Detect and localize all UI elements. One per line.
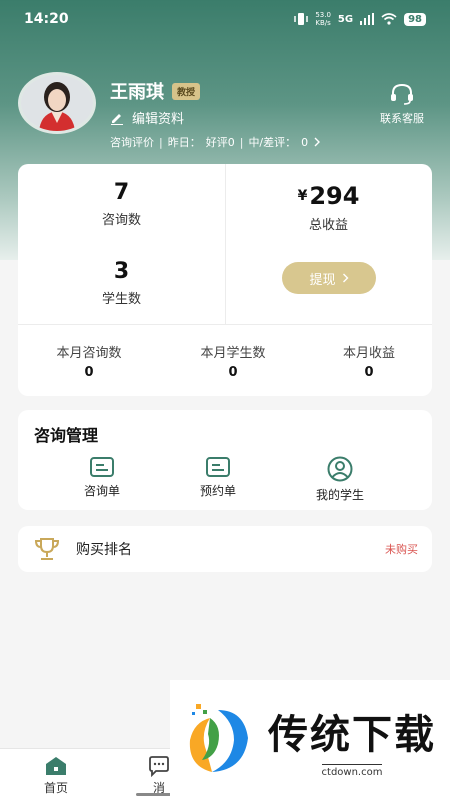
battery-level: 98: [404, 12, 426, 26]
month-consult: 本月咨询数 0: [20, 342, 158, 380]
wifi-icon: [381, 13, 397, 25]
teacher-name: 王雨琪: [110, 82, 164, 103]
consult-stat[interactable]: 7 咨询数: [18, 180, 225, 228]
appointment-order-button[interactable]: 预约单: [168, 456, 268, 499]
edit-profile-label: 编辑资料: [132, 112, 185, 127]
purchase-ranking-label: 购买排名: [76, 542, 132, 558]
status-icons: 53.0 KB/s 5G 98: [294, 11, 426, 27]
consult-order-button[interactable]: 咨询单: [52, 456, 152, 499]
review-summary[interactable]: 咨询评价 | 昨日： 好评0 | 中/差评： 0: [110, 134, 321, 150]
good-review-count: 好评0: [205, 136, 235, 149]
purchase-ranking-row[interactable]: 购买排名 未购买: [18, 526, 432, 572]
watermark-logo-graphic: [189, 704, 248, 772]
my-students-button[interactable]: 我的学生: [290, 456, 390, 503]
person-icon: [327, 456, 353, 482]
review-label: 咨询评价: [110, 136, 154, 149]
separator: |: [239, 135, 244, 149]
divider-horizontal: [18, 324, 432, 325]
month-student: 本月学生数 0: [164, 342, 302, 380]
separator: |: [159, 135, 163, 149]
signal-label: 5G: [337, 13, 354, 25]
home-icon: [46, 757, 66, 775]
bad-review-label: 中/差评：: [248, 136, 297, 149]
watermark-url: ctdown.com: [321, 763, 383, 778]
customer-service-label: 联系客服: [380, 112, 424, 125]
consult-label: 咨询数: [101, 213, 141, 228]
status-bar: 14:20 53.0 KB/s 5G 98: [0, 0, 450, 38]
student-label: 学生数: [101, 292, 141, 307]
avatar-portrait: [21, 75, 93, 131]
pencil-icon: [111, 113, 123, 125]
month-income-value: 0: [364, 365, 374, 380]
document-icon: [90, 457, 114, 477]
watermark-text: 传统下载 ctdown.com: [268, 702, 436, 779]
income-value: 294: [309, 182, 360, 210]
my-students-label: 我的学生: [315, 488, 364, 502]
headset-icon: [391, 83, 413, 105]
tab-home[interactable]: 首页: [21, 755, 91, 796]
watermark-logo: [182, 700, 254, 780]
name-row: 王雨琪 教授: [110, 78, 201, 104]
vibrate-icon: [294, 13, 309, 25]
income-stat[interactable]: ¥294 总收益: [225, 182, 432, 233]
stats-card: 7 咨询数 3 学生数 ¥294 总收益 提现 本月咨询数 0 本月学生数 0 …: [18, 164, 432, 396]
consult-count: 7: [113, 180, 130, 205]
tab-home-label: 首页: [43, 781, 68, 795]
net-speed-unit: KB/s: [315, 19, 331, 27]
month-student-value: 0: [228, 365, 238, 380]
signal-icon: [360, 13, 375, 25]
edit-profile-link[interactable]: 编辑资料: [110, 108, 184, 127]
trophy-icon: [34, 538, 60, 560]
appointment-order-label: 预约单: [199, 484, 236, 498]
month-consult-value: 0: [84, 365, 94, 380]
avatar[interactable]: [18, 72, 96, 134]
net-speed: 53.0 KB/s: [315, 11, 331, 27]
income-total: ¥294: [225, 182, 432, 210]
consult-order-label: 咨询单: [83, 484, 120, 498]
month-income-label: 本月收益: [342, 346, 395, 361]
bad-review-count: 0: [301, 135, 309, 149]
chevron-right-icon: [342, 273, 348, 283]
watermark-overlay: 传统下载 ctdown.com: [170, 680, 450, 800]
yesterday-label: 昨日：: [167, 136, 201, 149]
title-badge: 教授: [172, 82, 201, 100]
document-icon: [206, 457, 230, 477]
consult-management-title: 咨询管理: [34, 426, 99, 445]
consult-management-card: 咨询管理 咨询单 预约单 我的学生: [18, 410, 432, 510]
month-consult-label: 本月咨询数: [56, 346, 122, 361]
profile-section: 王雨琪 教授 编辑资料 咨询评价 | 昨日： 好评0 | 中/差评： 0 联系客…: [18, 72, 432, 152]
customer-service-button[interactable]: 联系客服: [372, 82, 432, 126]
currency-symbol: ¥: [297, 188, 308, 204]
student-stat[interactable]: 3 学生数: [18, 259, 225, 307]
withdraw-button[interactable]: 提现: [282, 262, 376, 294]
net-speed-value: 53.0: [315, 11, 331, 19]
month-income: 本月收益 0: [300, 342, 438, 380]
status-time: 14:20: [24, 11, 69, 27]
month-student-label: 本月学生数: [200, 346, 266, 361]
chat-icon: [149, 756, 169, 777]
chevron-right-icon: [314, 137, 321, 147]
withdraw-label: 提现: [309, 272, 336, 288]
student-count: 3: [113, 259, 130, 284]
purchase-status: 未购买: [385, 543, 418, 556]
income-label: 总收益: [308, 218, 348, 233]
watermark-title: 传统下载: [268, 711, 436, 758]
